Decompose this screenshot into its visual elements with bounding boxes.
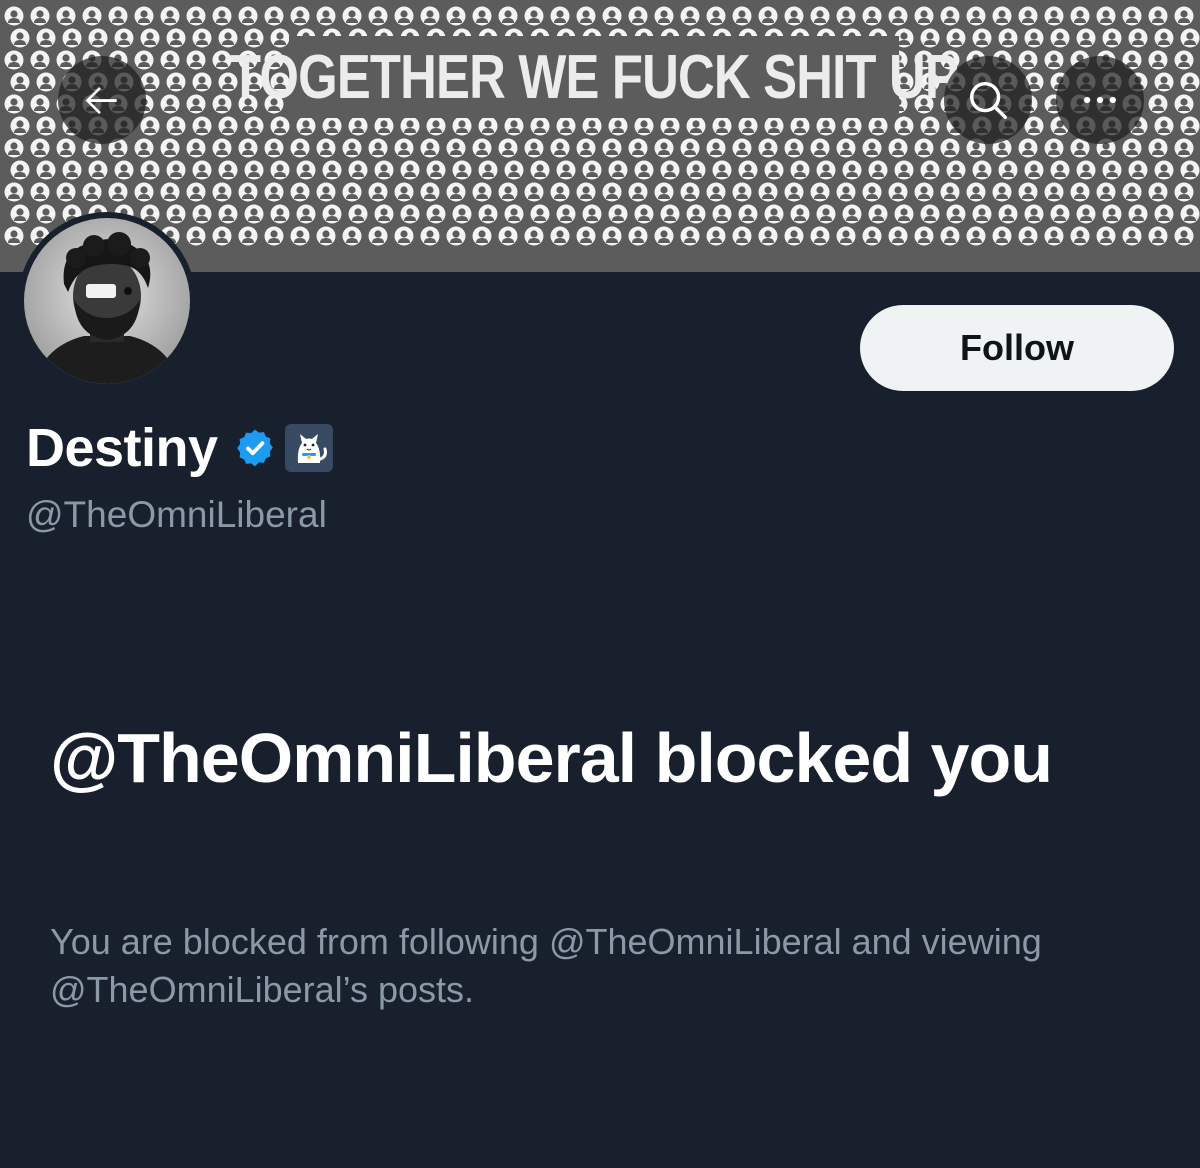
search-icon [969, 81, 1007, 119]
avatar[interactable] [18, 212, 196, 390]
profile-screen: TOGETHER WE FUCK SHIT UP Follow Destiny … [0, 0, 1200, 1168]
more-horizontal-icon [1084, 96, 1116, 104]
follow-button[interactable]: Follow [860, 305, 1174, 391]
display-name: Destiny [26, 418, 218, 478]
back-button[interactable] [58, 56, 146, 144]
banner-slogan: TOGETHER WE FUCK SHIT UP [230, 36, 959, 118]
blocked-description: You are blocked from following @TheOmniL… [50, 921, 1042, 1010]
name-row: Destiny [26, 416, 334, 480]
verified-badge-icon[interactable] [234, 427, 276, 469]
arrow-left-icon [85, 86, 117, 115]
more-button[interactable] [1056, 56, 1144, 144]
avatar-photo [24, 218, 190, 384]
profile-handle: @TheOmniLiberal [26, 494, 327, 535]
search-button[interactable] [944, 56, 1032, 144]
cat-affiliate-badge-icon[interactable] [284, 423, 334, 473]
blocked-title: @TheOmniLiberal blocked you [50, 719, 1053, 797]
